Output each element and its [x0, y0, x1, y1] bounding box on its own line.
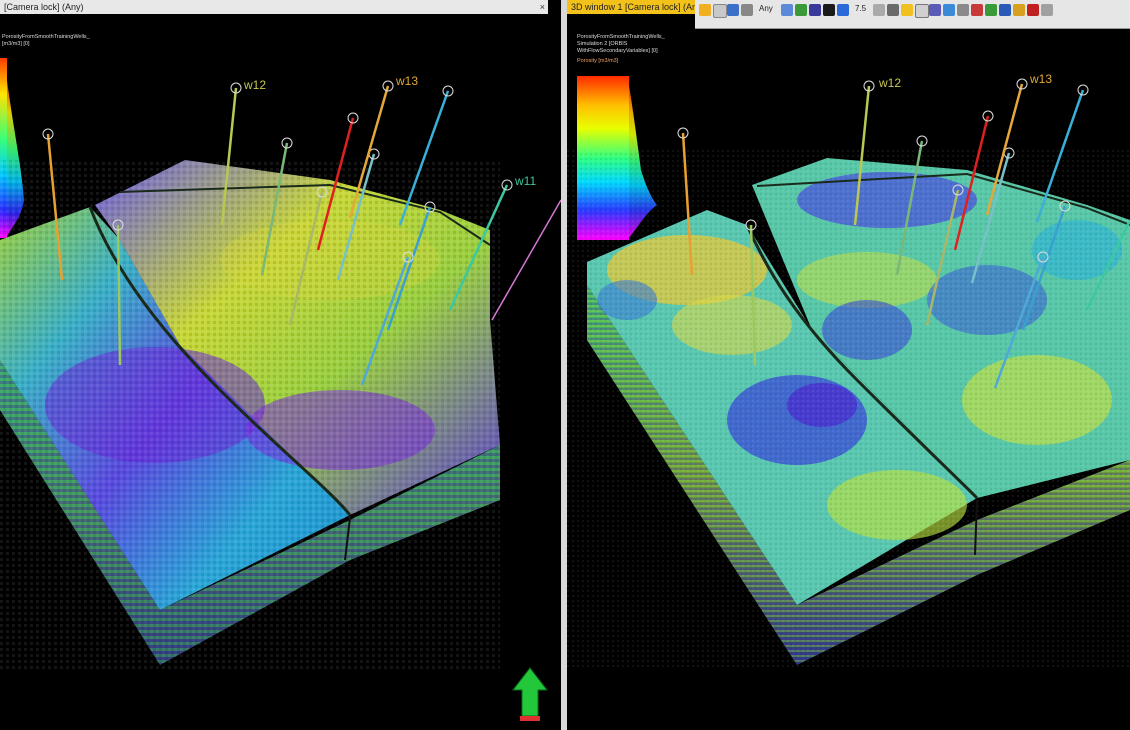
left-reservoir-scene: [0, 58, 561, 721]
well-label-w13: w13: [396, 74, 419, 88]
right-reservoir-scene: [567, 76, 1130, 670]
well-label-w11: w11: [515, 174, 537, 188]
right-3d-viewport[interactable]: 3D window 1 [Camera lock] (Any) × Any 7.…: [567, 0, 1130, 730]
well-label-w12: w12: [244, 78, 267, 92]
well-label-w13: w13: [1030, 72, 1053, 86]
north-arrow-icon: [511, 667, 549, 721]
well-label-w12: w12: [879, 76, 902, 90]
left-3d-viewport[interactable]: [Camera lock] (Any) × PorosityFromSmooth…: [0, 0, 561, 730]
